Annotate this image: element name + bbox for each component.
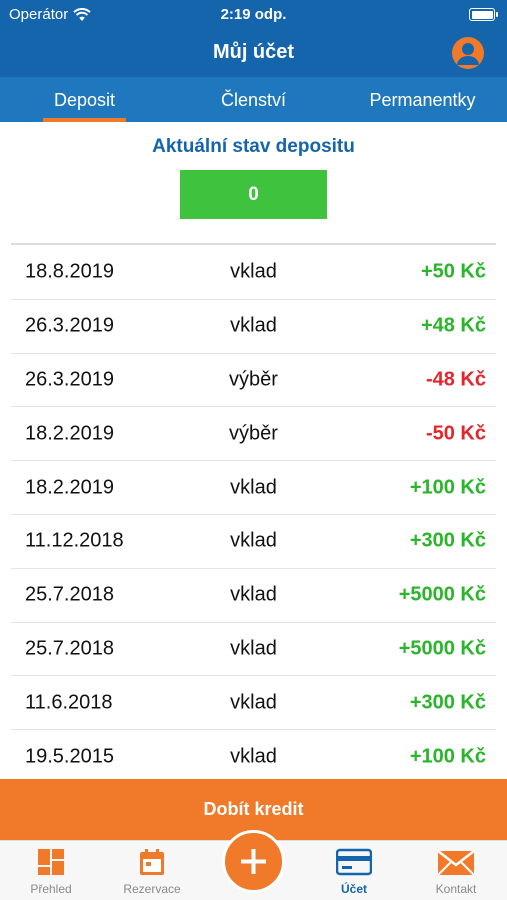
tab-deposit[interactable]: Deposit <box>0 77 169 122</box>
transaction-type: výběr <box>229 368 278 391</box>
transaction-row: 19.5.2015 vklad +100 Kč <box>11 730 496 784</box>
transaction-list: 18.8.2019 vklad +50 Kč 26.3.2019 vklad +48 Kč… <box>0 246 507 784</box>
profile-button[interactable] <box>452 37 484 69</box>
transaction-amount: +100 Kč <box>409 745 486 768</box>
card-icon <box>336 848 372 876</box>
transaction-row: 11.6.2018 vklad +300 Kč <box>11 676 496 731</box>
dashboard-icon <box>38 849 64 875</box>
status-bar: Operátor 2:19 odp. <box>0 0 507 30</box>
transaction-amount: +50 Kč <box>420 260 486 283</box>
transaction-amount: +300 Kč <box>409 691 486 714</box>
status-time: 2:19 odp. <box>220 6 287 23</box>
transaction-amount: +300 Kč <box>409 529 486 552</box>
tabbar-item-reservations[interactable]: Rezervace <box>107 847 197 896</box>
transaction-amount: +100 Kč <box>409 476 486 499</box>
divider <box>11 243 496 245</box>
battery-icon <box>469 8 498 21</box>
transaction-amount: +5000 Kč <box>398 637 486 660</box>
tab-membership[interactable]: Členství <box>169 77 338 122</box>
mail-icon <box>437 850 475 876</box>
deposit-title: Aktuální stav depositu <box>152 136 355 157</box>
transaction-row: 25.7.2018 vklad +5000 Kč <box>11 569 496 623</box>
tabbar-label: Přehled <box>30 882 72 896</box>
tabbar-item-overview[interactable]: Přehled <box>6 847 96 896</box>
transaction-amount: +48 Kč <box>420 314 486 337</box>
tabbar-label: Účet <box>340 882 367 896</box>
tabbar-item-account[interactable]: Účet <box>309 847 399 896</box>
transaction-row: 25.7.2018 vklad +5000 Kč <box>11 623 496 677</box>
tabbar-label: Kontakt <box>435 882 477 896</box>
calendar-icon <box>140 849 164 875</box>
plus-icon <box>241 849 266 874</box>
tab-passes[interactable]: Permanentky <box>338 77 507 122</box>
transaction-row: 18.8.2019 vklad +50 Kč <box>11 246 496 300</box>
transaction-row: 26.3.2019 výběr -48 Kč <box>11 354 496 408</box>
nav-bar: Můj účet <box>0 30 507 77</box>
deposit-balance: 0 <box>180 170 327 219</box>
transaction-type: výběr <box>229 422 278 445</box>
account-tabs: Deposit Členství Permanentky <box>0 77 507 122</box>
tabbar-item-contact[interactable]: Kontakt <box>411 847 501 896</box>
transaction-row: 18.2.2019 výběr -50 Kč <box>11 407 496 462</box>
transaction-row: 26.3.2019 vklad +48 Kč <box>11 300 496 354</box>
page-title: Můj účet <box>212 41 295 63</box>
transaction-row: 11.12.2018 vklad +300 Kč <box>11 515 496 569</box>
add-button[interactable] <box>222 830 285 893</box>
transaction-amount: +5000 Kč <box>398 583 486 606</box>
transaction-amount: -50 Kč <box>425 422 486 445</box>
transaction-row: 18.2.2019 vklad +100 Kč <box>11 461 496 515</box>
transaction-amount: -48 Kč <box>425 368 486 391</box>
tabbar-label: Rezervace <box>123 882 181 896</box>
user-icon <box>457 43 479 65</box>
